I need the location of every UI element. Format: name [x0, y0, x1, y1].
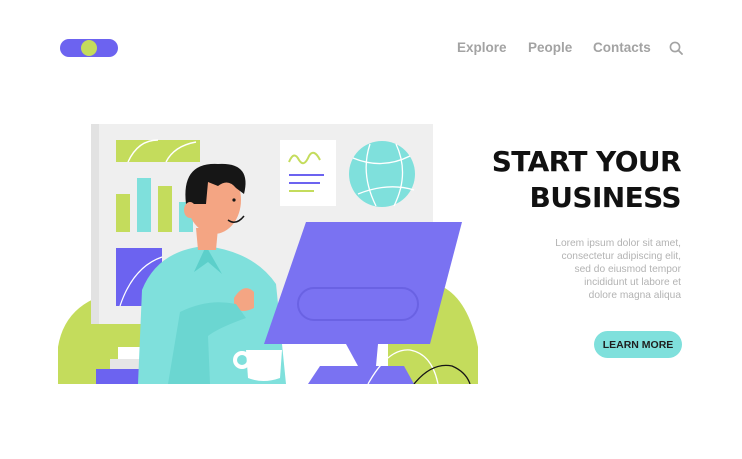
nav-contacts[interactable]: Contacts: [593, 40, 651, 55]
nav-people[interactable]: People: [528, 40, 572, 55]
headline-line-1: START YOUR: [491, 145, 682, 178]
nav-explore[interactable]: Explore: [457, 40, 507, 55]
body-line-3: sed do eiusmod tempor: [574, 264, 681, 275]
hero-headline: START YOUR BUSINESS: [491, 144, 682, 216]
hero-body: Lorem ipsum dolor sit amet, consectetur …: [511, 237, 681, 302]
headline-line-2: BUSINESS: [529, 181, 682, 214]
learn-more-button[interactable]: LEARN MORE: [594, 331, 682, 358]
body-line-5: dolore magna aliqua: [588, 290, 681, 301]
body-line-1: Lorem ipsum dolor sit amet,: [555, 238, 681, 249]
body-line-4: incididunt ut labore et: [584, 277, 681, 288]
search-icon[interactable]: [669, 41, 683, 55]
hero-illustration: [58, 124, 478, 384]
logo[interactable]: [60, 38, 118, 58]
body-line-2: consectetur adipiscing elit,: [561, 251, 681, 262]
